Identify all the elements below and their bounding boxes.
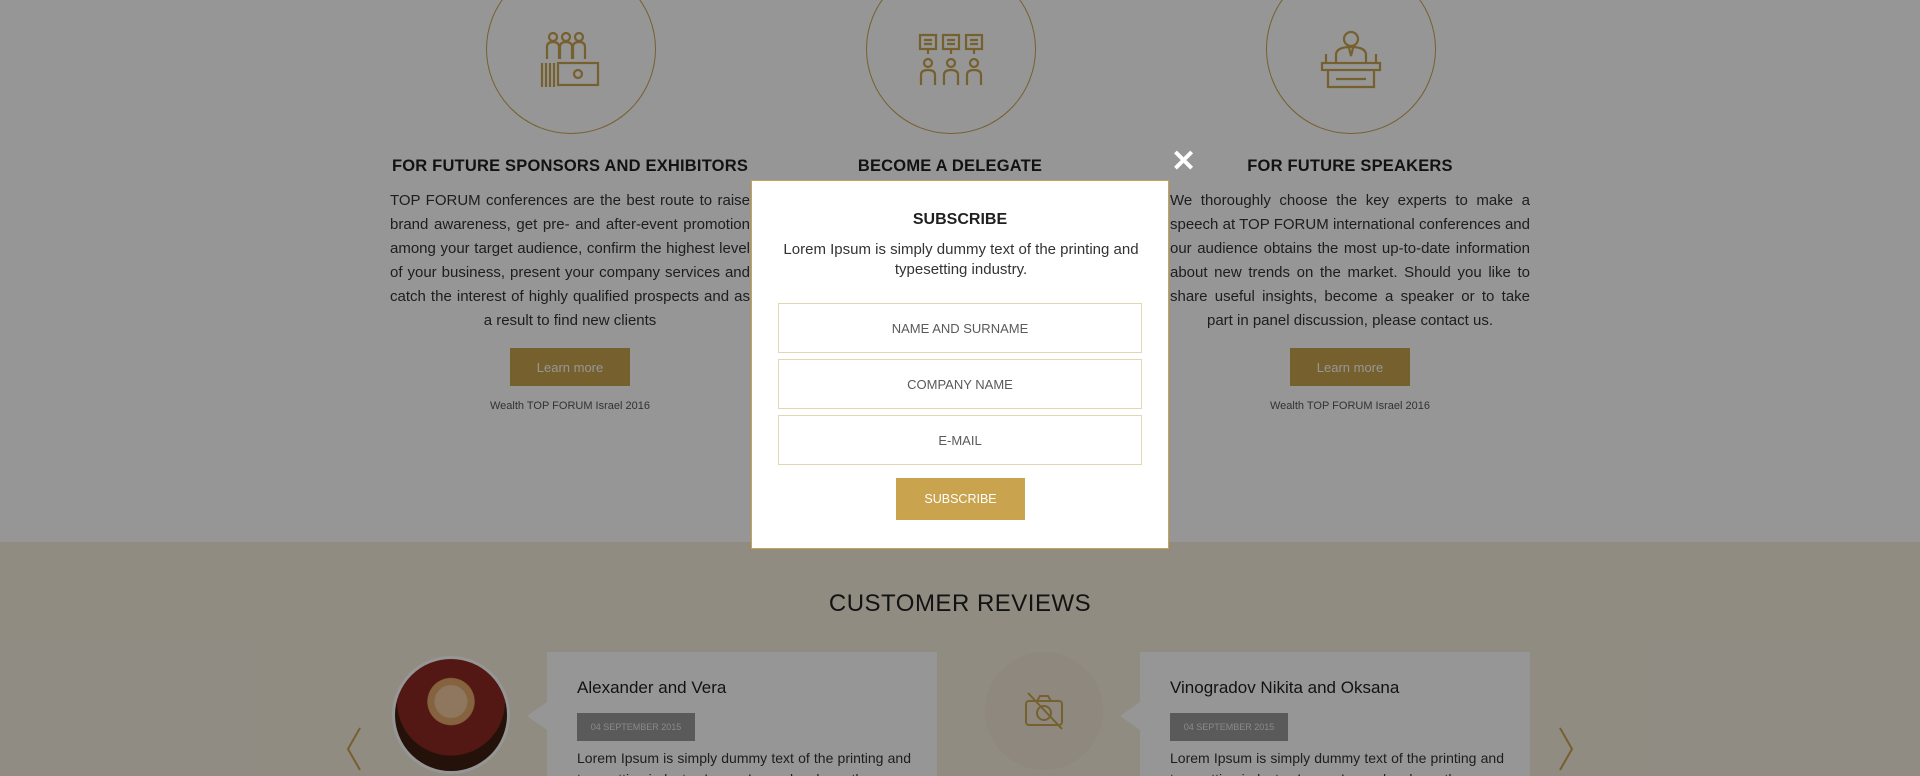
name-input[interactable]: [778, 303, 1142, 353]
company-input[interactable]: [778, 359, 1142, 409]
page: FOR FUTURE SPONSORS AND EXHIBITORS TOP F…: [0, 0, 1920, 776]
modal-title: SUBSCRIBE: [912, 211, 1008, 228]
subscribe-button[interactable]: SUBSCRIBE: [896, 478, 1025, 520]
modal-description: Lorem Ipsum is simply dummy text of the …: [783, 241, 1139, 278]
close-icon[interactable]: ✕: [1171, 147, 1196, 177]
email-input[interactable]: [778, 415, 1142, 465]
subscribe-modal: SUBSCRIBE Lorem Ipsum is simply dummy te…: [751, 180, 1169, 549]
